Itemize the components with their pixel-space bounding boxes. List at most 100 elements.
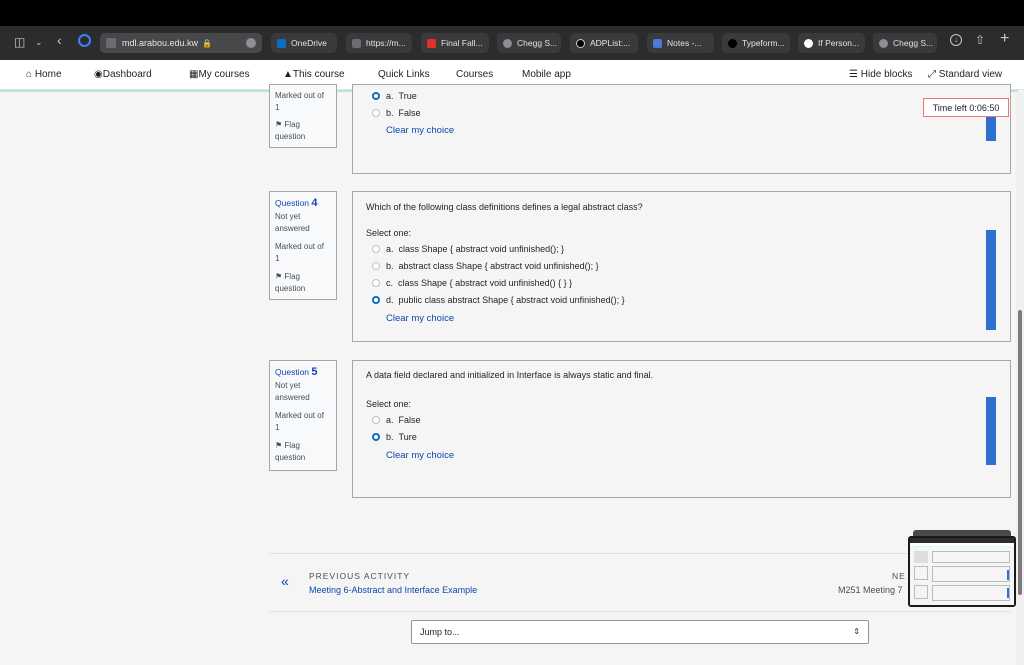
option-d[interactable]: d. public class abstract Shape { abstrac…	[372, 295, 625, 305]
thumb-bar	[1007, 588, 1009, 598]
thumb-bar	[1007, 570, 1009, 580]
standard-view-button[interactable]: ⤢ Standard view	[928, 69, 1002, 80]
thumb-block	[932, 566, 1010, 582]
new-tab-icon[interactable]: +	[1000, 30, 1009, 48]
question-5-content: A data field declared and initialized in…	[352, 360, 1011, 498]
option-a[interactable]: a. class Shape { abstract void unfinishe…	[372, 244, 564, 254]
tab-moodle[interactable]: https://m...	[346, 33, 412, 53]
option-a[interactable]: a. False	[372, 415, 421, 425]
next-activity-link[interactable]: M251 Meeting 7	[838, 585, 903, 595]
tab-label: Chegg S...	[893, 38, 934, 48]
radio[interactable]	[372, 109, 380, 117]
flag-question[interactable]: ⚑ Flag question	[275, 271, 331, 295]
select-caret-icon: ⇕	[853, 627, 860, 636]
more-icon[interactable]	[246, 38, 256, 48]
question-status: Not yet answered	[275, 212, 310, 233]
question-3-content: a. True b. False Clear my choice	[352, 84, 1011, 174]
sitemap-icon: ▲	[283, 69, 293, 80]
question-label: Question	[275, 367, 310, 377]
radio-selected[interactable]	[372, 296, 380, 304]
tab-label: ADPList:...	[590, 38, 631, 48]
question-number: Question 4	[275, 197, 331, 209]
sidebar-toggle-icon[interactable]: ◫	[14, 35, 25, 49]
tab-chegg[interactable]: Chegg S...	[497, 33, 561, 53]
double-chevron-left-icon[interactable]: «	[281, 573, 289, 589]
clear-choice-link[interactable]: Clear my choice	[386, 450, 454, 461]
radio[interactable]	[372, 416, 380, 424]
scrollbar-thumb[interactable]	[1018, 310, 1022, 595]
option-a[interactable]: a. True	[372, 91, 417, 101]
marked-out-of: Marked out of 1	[275, 410, 331, 434]
adplist-icon	[576, 38, 585, 48]
nav-this-course[interactable]: ▲This course	[283, 69, 345, 80]
nav-mobile-app[interactable]: Mobile app	[522, 69, 571, 80]
clear-choice-link[interactable]: Clear my choice	[386, 313, 454, 324]
browser-toolbar: ◫ ⌄ ‹ mdl.arabou.edu.kw 🔒 OneDrive https…	[0, 26, 1024, 60]
tab-youtube[interactable]: Final Fall...	[421, 33, 489, 53]
question-number: Question 5	[275, 366, 331, 378]
chevron-down-icon[interactable]: ⌄	[35, 37, 43, 48]
radio-selected[interactable]	[372, 433, 380, 441]
radio-selected[interactable]	[372, 92, 380, 100]
tab-typeform[interactable]: Typeform...	[722, 33, 790, 53]
nav-courses[interactable]: Courses	[456, 69, 493, 80]
hide-blocks-button[interactable]: ☰ Hide blocks	[849, 69, 912, 80]
question-status: Not yet answered	[275, 381, 310, 402]
flag-icon: ⚑	[275, 120, 283, 129]
nav-home[interactable]: ⌂ Home	[26, 69, 62, 80]
screenshot-thumbnail[interactable]	[908, 536, 1016, 607]
thumbnail-preview	[910, 538, 1014, 605]
thumb-block	[932, 551, 1010, 563]
previous-activity-label: PREVIOUS ACTIVITY	[309, 571, 411, 581]
nav-dashboard[interactable]: ◉Dashboard	[94, 69, 152, 80]
nav-home-label: Home	[34, 69, 62, 80]
radio[interactable]	[372, 279, 380, 287]
macos-menu-bar	[0, 0, 1024, 26]
option-letter: a.	[386, 415, 394, 425]
hide-blocks-label: Hide blocks	[860, 69, 913, 80]
option-b[interactable]: b. False	[372, 108, 421, 118]
tab-chegg-2[interactable]: Chegg S...	[873, 33, 937, 53]
radio[interactable]	[372, 262, 380, 270]
share-icon[interactable]: ⇧	[975, 33, 985, 47]
tab-label: Final Fall...	[441, 38, 483, 48]
option-c[interactable]: c. class Shape { abstract void unfinishe…	[372, 278, 572, 288]
tab-label: Chegg S...	[517, 38, 558, 48]
download-icon[interactable]: ↓	[950, 34, 962, 46]
question-4-info: Question 4 Not yet answered Marked out o…	[269, 191, 337, 300]
option-letter: a.	[386, 91, 394, 101]
option-text: Ture	[398, 432, 417, 442]
tab-google[interactable]: If Person...	[798, 33, 865, 53]
marked-value: 1	[275, 423, 280, 432]
clear-choice-link[interactable]: Clear my choice	[386, 125, 454, 136]
site-favicon-icon	[352, 38, 361, 48]
address-bar[interactable]: mdl.arabou.edu.kw 🔒	[100, 33, 262, 53]
question-number-value: 4	[311, 197, 318, 209]
nav-my-courses[interactable]: ▦My courses	[189, 69, 250, 80]
flag-icon: ⚑	[275, 272, 283, 281]
question-number-value: 5	[311, 366, 318, 378]
option-letter: c.	[386, 278, 394, 288]
option-b[interactable]: b. Ture	[372, 432, 417, 442]
option-text: class Shape { abstract void unfinished()…	[398, 278, 573, 288]
address-bar-url: mdl.arabou.edu.kw	[122, 38, 199, 48]
option-b[interactable]: b. abstract class Shape { abstract void …	[372, 261, 599, 271]
tab-onedrive[interactable]: OneDrive	[271, 33, 337, 53]
previous-activity-link[interactable]: Meeting 6-Abstract and Interface Example	[309, 585, 477, 595]
option-letter: d.	[386, 295, 394, 305]
thumb-block	[914, 551, 928, 563]
youtube-icon	[427, 38, 436, 48]
typeform-icon	[728, 38, 737, 48]
privacy-shield-icon[interactable]	[78, 34, 91, 47]
radio[interactable]	[372, 245, 380, 253]
tab-adplist[interactable]: ADPList:...	[570, 33, 638, 53]
back-icon[interactable]: ‹	[57, 32, 62, 48]
tab-notes[interactable]: Notes -...	[647, 33, 714, 53]
jump-to-select[interactable]: Jump to... ⇕	[411, 620, 869, 644]
flag-question[interactable]: ⚑ Flag question	[275, 440, 331, 464]
flag-question[interactable]: ⚑ Flag question	[275, 119, 331, 143]
notes-icon	[653, 38, 662, 48]
flag-icon: ⚑	[275, 441, 283, 450]
nav-quick-links[interactable]: Quick Links	[378, 69, 430, 80]
home-icon: ⌂	[26, 69, 33, 80]
